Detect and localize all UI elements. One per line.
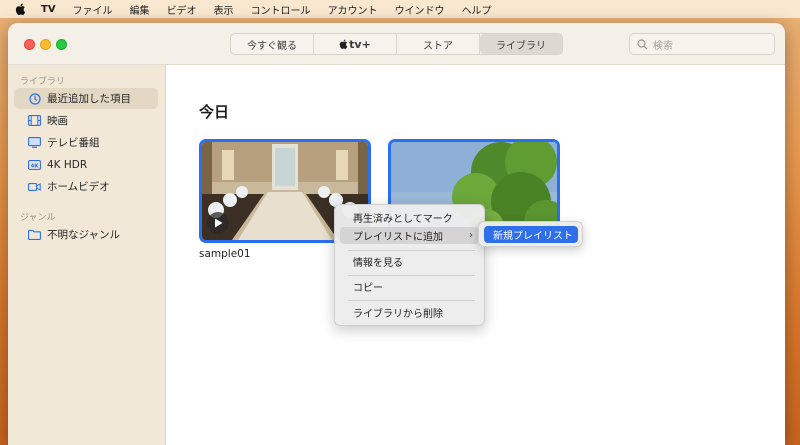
menu-file[interactable]: ファイル [73, 2, 113, 17]
search-icon [637, 38, 648, 50]
sidebar-item-movies[interactable]: 映画 [14, 110, 158, 131]
menu-item-add-to-playlist[interactable]: プレイリストに追加 › [340, 227, 479, 244]
tab-watch-now-label: 今すぐ観る [247, 40, 297, 52]
navigation-tabs: 今すぐ観る tv+ ストア ライブラリ [230, 33, 563, 55]
search-placeholder: 検索 [653, 40, 673, 52]
4k-icon: 4K [28, 158, 41, 171]
menu-bar: TV ファイル 編集 ビデオ 表示 コントロール アカウント ウインドウ ヘルプ [0, 0, 800, 18]
apple-tv-plus-logo: tv+ [339, 38, 371, 51]
tab-library[interactable]: ライブラリ [480, 34, 562, 54]
video-camera-icon [28, 180, 41, 193]
chevron-right-icon: › [469, 230, 473, 241]
play-icon [214, 218, 222, 228]
menu-window[interactable]: ウインドウ [395, 2, 445, 17]
film-icon [28, 114, 41, 127]
tab-library-label: ライブラリ [496, 40, 546, 52]
sidebar-item-label: 4K HDR [47, 158, 88, 171]
menu-item-label: ライブラリから削除 [353, 309, 443, 320]
menu-item-label: プレイリストに追加 [353, 232, 443, 243]
tab-apple-tv-plus[interactable]: tv+ [314, 34, 397, 54]
title-bar: 今すぐ観る tv+ ストア ライブラリ 検索 [8, 23, 785, 65]
menu-item-mark-as-watched[interactable]: 再生済みとしてマーク [340, 209, 479, 226]
sidebar-item-tv-shows[interactable]: テレビ番組 [14, 132, 158, 153]
sidebar-item-label: 最近追加した項目 [47, 93, 131, 105]
menu-view[interactable]: 表示 [214, 2, 234, 17]
menu-item-delete-from-library[interactable]: ライブラリから削除 [340, 304, 479, 321]
apple-menu-icon[interactable] [15, 3, 27, 15]
sidebar-item-label: 映画 [47, 115, 68, 127]
menu-edit[interactable]: 編集 [130, 2, 150, 17]
sidebar-heading-library: ライブラリ [20, 77, 66, 87]
zoom-window-button[interactable] [56, 39, 67, 50]
menu-app-name[interactable]: TV [41, 4, 56, 15]
menu-item-copy[interactable]: コピー [340, 278, 479, 295]
menu-separator [348, 300, 475, 301]
sidebar-item-label: ホームビデオ [47, 181, 110, 193]
play-button[interactable] [207, 212, 229, 234]
folder-icon [28, 228, 41, 241]
tab-store[interactable]: ストア [397, 34, 480, 54]
minimize-window-button[interactable] [40, 39, 51, 50]
menu-item-label: コピー [353, 283, 383, 294]
sidebar-item-4k-hdr[interactable]: 4K 4K HDR [14, 154, 158, 175]
menu-item-label: 再生済みとしてマーク [353, 214, 453, 225]
menu-separator [348, 275, 475, 276]
tab-apple-tv-plus-label: tv+ [349, 37, 371, 51]
sidebar-item-unknown-genre[interactable]: 不明なジャンル [14, 224, 158, 245]
context-menu: 再生済みとしてマーク プレイリストに追加 › 情報を見る コピー ライブラリから… [334, 204, 485, 326]
search-field[interactable]: 検索 [629, 33, 775, 55]
menu-account[interactable]: アカウント [328, 2, 378, 17]
video-title[interactable]: sample01 [199, 248, 251, 260]
apple-logo-icon [339, 39, 348, 49]
section-title-today: 今日 [199, 103, 230, 121]
tv-icon [28, 136, 41, 149]
close-window-button[interactable] [24, 39, 35, 50]
menu-item-get-info[interactable]: 情報を見る [340, 253, 479, 270]
playlist-submenu: 新規プレイリスト [478, 221, 583, 247]
sidebar: ライブラリ 最近追加した項目 映画 テレビ番組 4K 4K HDR ホームビデオ… [8, 65, 166, 445]
sidebar-item-label: テレビ番組 [47, 137, 100, 149]
menu-item-label: 情報を見る [353, 258, 403, 269]
sidebar-heading-genre: ジャンル [20, 213, 56, 223]
svg-text:4K: 4K [30, 163, 39, 169]
menu-item-label: 新規プレイリスト [493, 231, 573, 242]
menu-video[interactable]: ビデオ [167, 2, 197, 17]
sidebar-item-label: 不明なジャンル [47, 229, 120, 241]
menu-item-new-playlist[interactable]: 新規プレイリスト [484, 226, 578, 243]
menu-controls[interactable]: コントロール [251, 2, 311, 17]
sidebar-item-home-videos[interactable]: ホームビデオ [14, 176, 158, 197]
sidebar-item-recently-added[interactable]: 最近追加した項目 [14, 88, 158, 109]
menu-separator [348, 250, 475, 251]
menu-help[interactable]: ヘルプ [462, 2, 492, 17]
tab-watch-now[interactable]: 今すぐ観る [231, 34, 314, 54]
clock-icon [28, 92, 41, 105]
tab-store-label: ストア [423, 40, 453, 52]
